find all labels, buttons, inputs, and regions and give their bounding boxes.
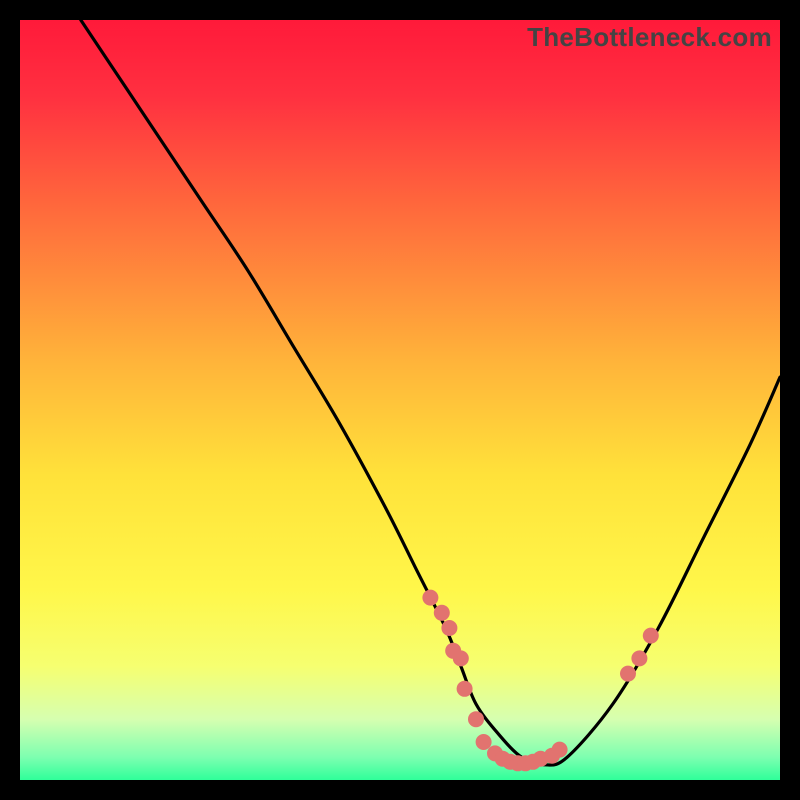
scatter-point: [552, 742, 568, 758]
scatter-point: [422, 590, 438, 606]
scatter-point: [643, 628, 659, 644]
scatter-point: [457, 681, 473, 697]
scatter-point: [468, 711, 484, 727]
chart-frame: TheBottleneck.com: [20, 20, 780, 780]
watermark-text: TheBottleneck.com: [527, 22, 772, 53]
scatter-point: [620, 666, 636, 682]
scatter-point: [631, 650, 647, 666]
scatter-point: [476, 734, 492, 750]
scatter-point: [453, 650, 469, 666]
scatter-point: [434, 605, 450, 621]
gradient-background: [20, 20, 780, 780]
bottleneck-chart: [20, 20, 780, 780]
scatter-point: [441, 620, 457, 636]
